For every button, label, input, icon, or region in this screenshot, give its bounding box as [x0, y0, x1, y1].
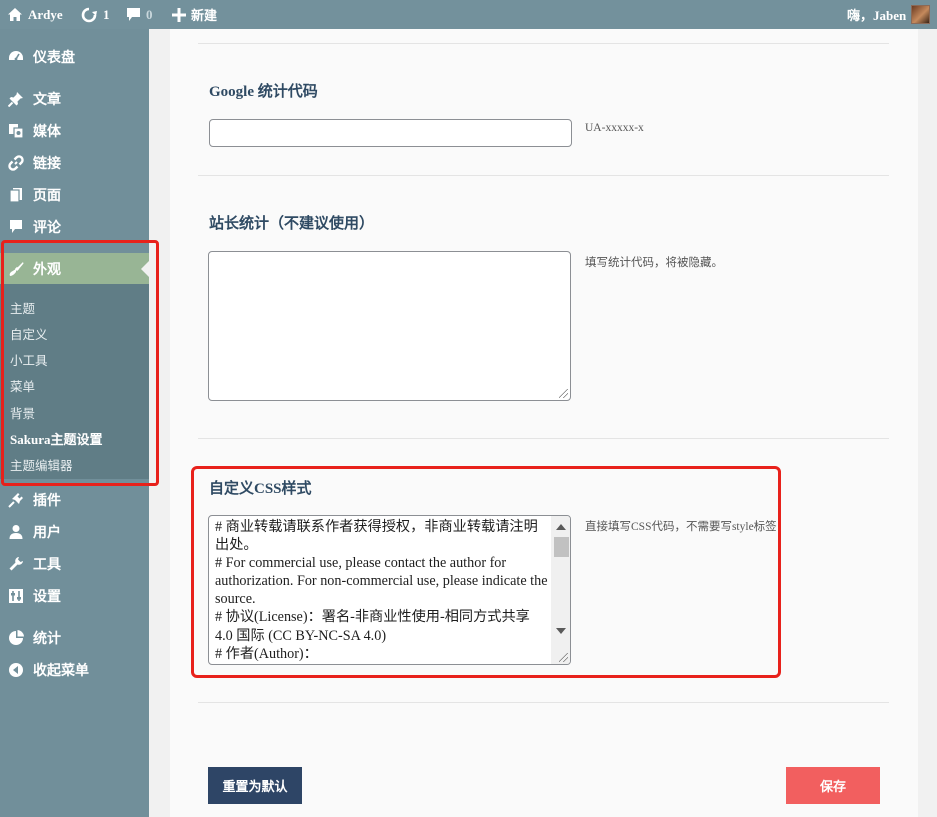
divider	[198, 175, 889, 176]
sidebar-item-users[interactable]: 用户	[0, 516, 149, 548]
sidebar-item-settings[interactable]: 设置	[0, 580, 149, 612]
link-icon	[8, 155, 24, 171]
sidebar-item-label: 链接	[33, 157, 61, 172]
sidebar-item-label: 文章	[33, 93, 61, 108]
divider	[198, 702, 889, 703]
sidebar-item-label: 统计	[33, 632, 61, 647]
settings-panel	[170, 29, 918, 817]
comments-link[interactable]: 0	[126, 0, 153, 29]
sidebar-item-stats[interactable]: 统计	[0, 622, 149, 654]
collapse-icon	[8, 662, 24, 678]
settings-icon	[8, 588, 24, 604]
user-icon	[8, 524, 24, 540]
dashboard-icon	[8, 49, 24, 65]
stats-icon	[8, 630, 24, 646]
google-analytics-input[interactable]	[209, 119, 572, 147]
new-content-link[interactable]: 新建	[172, 0, 217, 29]
updates-link[interactable]: 1	[80, 0, 110, 29]
sidebar-item-tools[interactable]: 工具	[0, 548, 149, 580]
resize-handle-icon[interactable]	[559, 389, 568, 398]
pin-icon	[7, 91, 24, 108]
new-label: 新建	[191, 8, 218, 23]
sidebar-item-dashboard[interactable]: 仪表盘	[0, 41, 149, 73]
avatar	[911, 5, 931, 24]
sidebar-item-pages[interactable]: 页面	[0, 179, 149, 211]
sidebar-item-label: 收起菜单	[33, 664, 89, 679]
sidebar-item-media[interactable]: 媒体	[0, 115, 149, 147]
comments-count: 0	[146, 6, 153, 22]
sidebar-item-label: 设置	[33, 590, 61, 605]
updates-count: 1	[103, 6, 110, 22]
sidebar-item-links[interactable]: 链接	[0, 147, 149, 179]
divider	[198, 438, 889, 439]
sidebar-item-label: 页面	[33, 189, 61, 204]
highlight-box-custom-css	[191, 466, 781, 678]
sidebar-item-label: 插件	[33, 494, 61, 509]
comment-bubble-icon	[126, 7, 141, 22]
plugin-icon	[8, 492, 24, 508]
sidebar-item-posts[interactable]: 文章	[0, 83, 149, 115]
google-description: UA-xxxxx-x	[585, 122, 644, 134]
greeting: 嗨，Jaben	[847, 8, 907, 23]
save-button[interactable]: 保存	[786, 767, 880, 804]
site-name: Ardye	[28, 6, 63, 22]
reset-defaults-button[interactable]: 重置为默认	[208, 767, 302, 804]
page-icon	[8, 187, 24, 203]
sidebar-item-comments[interactable]: 评论	[0, 211, 149, 243]
account-menu[interactable]: 嗨，Jaben	[847, 0, 931, 29]
sidebar-item-label: 用户	[33, 526, 61, 541]
highlight-box-appearance	[1, 240, 159, 486]
site-stats-textarea[interactable]	[208, 251, 571, 401]
plus-icon	[172, 7, 186, 22]
admin-bar: Ardye 1 0 新建 嗨，Jaben	[0, 0, 937, 29]
wrench-icon	[8, 556, 24, 572]
site-stats-description: 填写统计代码，将被隐藏。	[585, 257, 723, 269]
sidebar-item-label: 评论	[33, 221, 61, 236]
divider	[198, 43, 889, 44]
site-stats-section-title: 站长统计（不建议使用）	[209, 216, 375, 232]
sidebar-item-label: 仪表盘	[33, 51, 75, 66]
sidebar-collapse-menu[interactable]: 收起菜单	[0, 654, 149, 686]
updates-icon	[80, 7, 98, 23]
sidebar-item-label: 媒体	[33, 125, 61, 140]
google-section-title: Google 统计代码	[209, 84, 318, 100]
sidebar-item-label: 工具	[33, 558, 61, 573]
site-home-link[interactable]: Ardye	[7, 0, 63, 29]
home-icon	[7, 7, 23, 22]
sidebar-item-plugins[interactable]: 插件	[0, 484, 149, 516]
media-icon	[8, 123, 24, 139]
comment-icon	[8, 219, 24, 235]
